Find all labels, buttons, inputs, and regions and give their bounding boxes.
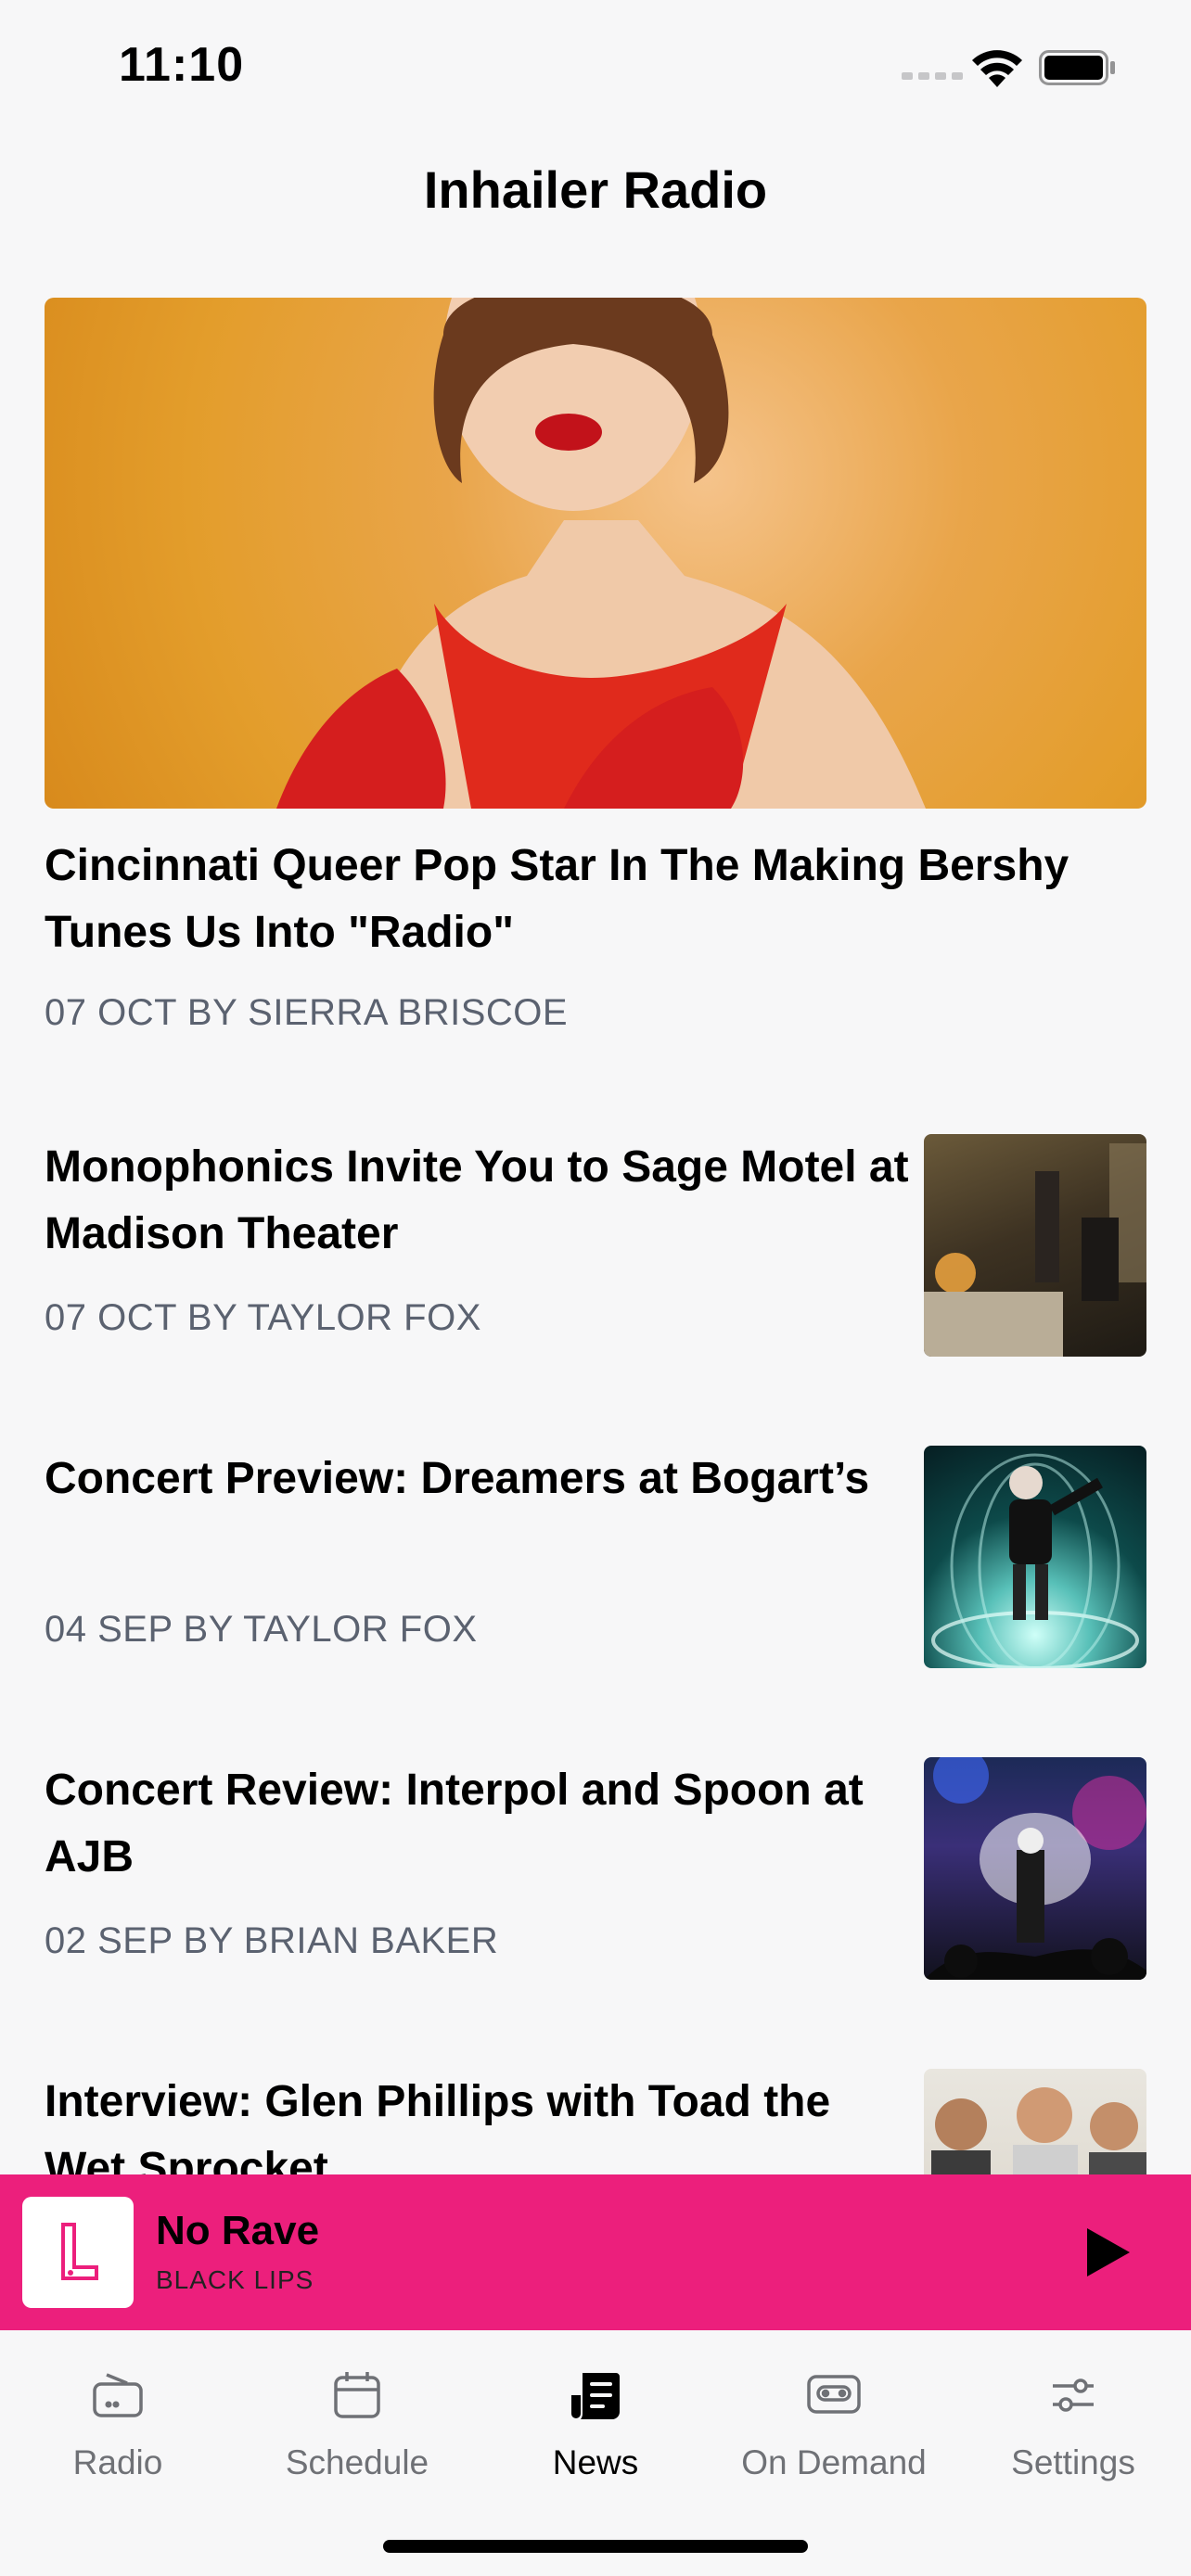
article-thumbnail[interactable] xyxy=(924,1134,1146,1357)
tab-label: Radio xyxy=(72,2443,163,2481)
tab-label: News xyxy=(552,2443,639,2481)
featured-article-title[interactable]: Cincinnati Queer Pop Star In The Making … xyxy=(45,833,1146,966)
station-logo xyxy=(22,2197,134,2308)
article-title[interactable]: Concert Preview: Dreamers at Bogart’s xyxy=(45,1446,916,1512)
now-playing-artist: BLACK LIPS xyxy=(156,2265,314,2294)
featured-article-image[interactable] xyxy=(45,298,1146,809)
status-bar: 11:10 xyxy=(0,0,1191,139)
cellular-signal-icon xyxy=(902,72,963,80)
article-thumbnail[interactable] xyxy=(924,1757,1146,1980)
status-time: 11:10 xyxy=(119,38,245,92)
tab-label: On Demand xyxy=(741,2443,927,2481)
tab-on-demand[interactable]: On Demand xyxy=(723,2367,945,2482)
page-title: Inhailer Radio xyxy=(423,160,768,219)
article-meta: 07 OCT BY TAYLOR FOX xyxy=(45,1297,481,1338)
article-title[interactable]: Concert Review: Interpol and Spoon at AJ… xyxy=(45,1757,916,1891)
tab-label: Schedule xyxy=(285,2443,429,2481)
tab-settings[interactable]: Settings xyxy=(962,2367,1185,2482)
article-meta: 04 SEP BY TAYLOR FOX xyxy=(45,1609,478,1650)
now-playing-track: No Rave xyxy=(156,2208,320,2253)
article-item[interactable]: Monophonics Invite You to Sage Motel at … xyxy=(45,1134,1146,1357)
article-title[interactable]: Interview: Glen Phillips with Toad the W… xyxy=(45,2069,916,2174)
battery-icon xyxy=(1039,50,1115,85)
wifi-icon xyxy=(972,50,1022,87)
article-meta: 02 SEP BY BRIAN BAKER xyxy=(45,1920,499,1961)
article-title[interactable]: Monophonics Invite You to Sage Motel at … xyxy=(45,1134,916,1268)
article-item[interactable]: Interview: Glen Phillips with Toad the W… xyxy=(45,2069,1146,2174)
tab-schedule[interactable]: Schedule xyxy=(246,2367,468,2482)
home-indicator xyxy=(383,2540,808,2553)
featured-article-meta: 07 OCT BY SIERRA BRISCOE xyxy=(45,992,569,1033)
radio-icon xyxy=(93,2373,143,2417)
article-item[interactable]: Concert Preview: Dreamers at Bogart’s 04… xyxy=(45,1446,1146,1668)
calendar-icon xyxy=(334,2372,380,2418)
tab-news[interactable]: News xyxy=(484,2367,707,2482)
article-thumbnail[interactable] xyxy=(924,2069,1146,2174)
tab-label: Settings xyxy=(1011,2443,1135,2481)
cassette-icon xyxy=(807,2375,861,2414)
tab-radio[interactable]: Radio xyxy=(6,2367,229,2482)
article-item[interactable]: Concert Review: Interpol and Spoon at AJ… xyxy=(45,1757,1146,1980)
news-icon xyxy=(571,2373,620,2419)
sliders-icon xyxy=(1053,2378,1094,2412)
article-thumbnail[interactable] xyxy=(924,1446,1146,1668)
play-icon[interactable] xyxy=(1082,2226,1133,2278)
now-playing-bar[interactable]: No Rave BLACK LIPS xyxy=(0,2174,1191,2330)
